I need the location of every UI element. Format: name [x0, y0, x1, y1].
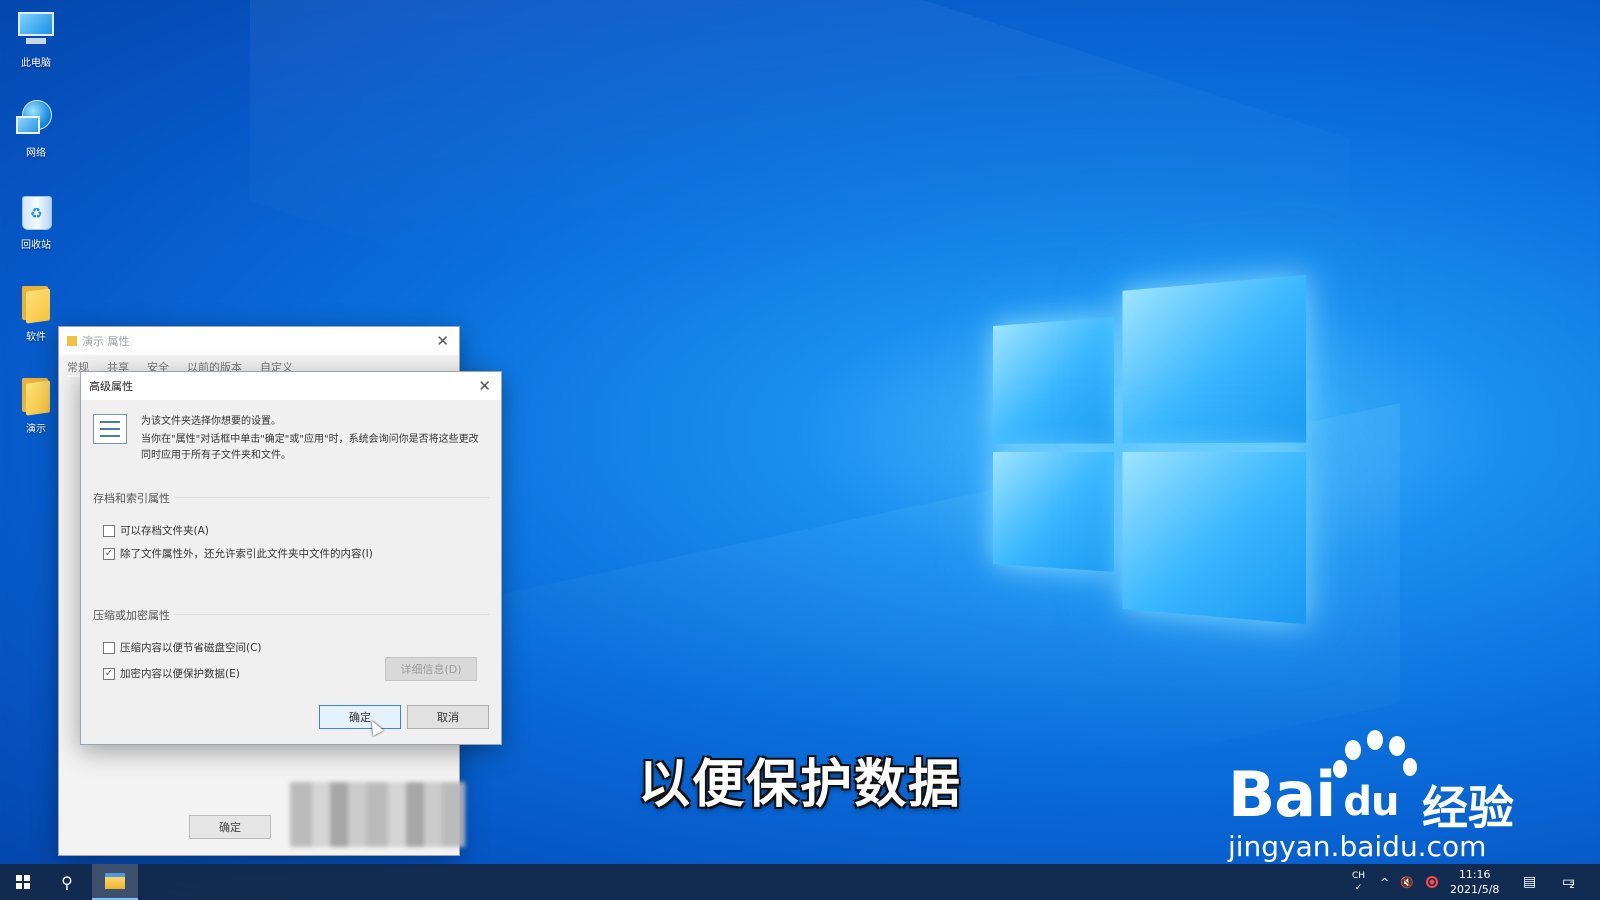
system-clock[interactable]: 11:16 2021/5/8 [1450, 864, 1499, 900]
checkbox-label: 除了文件属性外，还允许索引此文件夹中文件的内容(I) [120, 548, 373, 560]
dialog-title: 高级属性 [89, 380, 133, 393]
baidu-brand: Bai [1228, 758, 1336, 831]
checkbox-label: 可以存档文件夹(A) [120, 525, 209, 537]
taskbar: ⚲ CH ✓ ^ 🔇 11:16 2021/5/8 ▤ ▭ 2 [0, 864, 1600, 900]
ok-button[interactable]: 确定 [189, 815, 271, 839]
this-pc-icon [16, 8, 56, 50]
close-icon[interactable]: ✕ [478, 377, 491, 395]
desktop-icon-label: 网络 [26, 148, 46, 159]
ime-label: CH [1352, 871, 1366, 881]
compress-checkbox-row[interactable]: 压缩内容以便节省磁盘空间(C) [103, 640, 262, 655]
checkbox-checked[interactable]: ✓ [103, 547, 115, 560]
search-button[interactable]: ⚲ [50, 864, 84, 900]
desktop-icon-demo-folder[interactable]: 演示 [8, 374, 64, 435]
tray-expand-icon[interactable]: ^ [1380, 864, 1389, 900]
group-title: 压缩或加密属性 [93, 607, 174, 623]
encrypt-checkbox-row[interactable]: ✓ 加密内容以便保护数据(E) [103, 666, 240, 681]
dialog-titlebar: 高级属性 ✕ [81, 372, 501, 400]
video-subtitle: 以便保护数据 [638, 755, 963, 815]
index-checkbox-row[interactable]: ✓ 除了文件属性外，还允许索引此文件夹中文件的内容(I) [103, 546, 373, 561]
cancel-button[interactable]: 取消 [407, 705, 489, 729]
info-section: 为该文件夹选择你想要的设置。 当你在"属性"对话框中单击"确定"或"应用"时，系… [81, 400, 501, 464]
checkbox-label: 加密内容以便保护数据(E) [120, 668, 240, 680]
windows-logo [993, 274, 1311, 629]
network-icon [16, 98, 56, 140]
baidu-url: jingyan.baidu.com [1228, 830, 1487, 863]
search-icon: ⚲ [61, 872, 73, 892]
windows-logo-pane [1122, 274, 1307, 444]
desktop-icon-recycle-bin[interactable]: ♻ 回收站 [8, 190, 64, 251]
info-line: 为该文件夹选择你想要的设置。 [141, 416, 281, 427]
details-button[interactable]: 详细信息(D) [385, 657, 477, 681]
file-explorer-taskbar-button[interactable] [92, 864, 138, 900]
window-title: 演示 属性 [82, 335, 130, 348]
ime-status: ✓ [1354, 883, 1363, 893]
windows-start-icon [16, 875, 30, 889]
desktop-icon-label: 软件 [26, 332, 46, 343]
windows-logo-pane [1122, 452, 1307, 625]
desktop-icon-label: 此电脑 [21, 58, 51, 69]
clock-time: 11:16 [1458, 868, 1491, 881]
baidu-logo-text: Bai du [1228, 758, 1399, 831]
window-titlebar: 演示 属性 ✕ [59, 327, 459, 355]
ok-button[interactable]: 确定 [319, 705, 401, 729]
clock-date: 2021/5/8 [1450, 883, 1500, 896]
group-title: 存档和索引属性 [93, 490, 174, 506]
settings-list-icon [93, 414, 127, 444]
recycle-bin-icon: ♻ [16, 190, 56, 232]
baidu-jingyan-text: 经验 [1422, 781, 1514, 835]
folder-icon [16, 374, 56, 416]
input-method-indicator[interactable]: CH ✓ [1352, 864, 1365, 900]
blurred-region [290, 782, 465, 847]
windows-logo-pane [993, 317, 1115, 444]
desktop-icon-this-pc[interactable]: 此电脑 [8, 8, 64, 69]
close-icon[interactable]: ✕ [436, 332, 449, 350]
folder-icon [16, 282, 56, 324]
folder-icon [67, 336, 77, 346]
action-center-icon[interactable]: ▭ 2 [1562, 864, 1575, 900]
checkbox-checked[interactable]: ✓ [103, 667, 115, 680]
desktop-icon-network[interactable]: 网络 [8, 98, 64, 159]
checkbox-label: 压缩内容以便节省磁盘空间(C) [120, 642, 262, 654]
desktop-icon-label: 演示 [26, 424, 46, 435]
windows-logo-pane [993, 452, 1115, 572]
advanced-attributes-dialog: 高级属性 ✕ 为该文件夹选择你想要的设置。 当你在"属性"对话框中单击"确定"或… [80, 371, 502, 745]
archive-index-group: 存档和索引属性 可以存档文件夹(A) ✓ 除了文件属性外，还允许索引此文件夹中文… [93, 490, 489, 597]
archive-checkbox-row[interactable]: 可以存档文件夹(A) [103, 523, 209, 538]
desktop-icon-label: 回收站 [21, 240, 51, 251]
info-line: 当你在"属性"对话框中单击"确定"或"应用"时，系统会询问你是否将这些更改同时应… [141, 434, 479, 461]
file-explorer-icon [105, 873, 125, 889]
volume-muted-icon[interactable]: 🔇 [1400, 864, 1414, 900]
notification-count: 2 [1569, 881, 1575, 891]
notes-icon[interactable]: ▤ [1523, 864, 1536, 900]
recording-icon[interactable] [1426, 864, 1438, 900]
baidu-brand-du: du [1343, 779, 1399, 825]
info-text: 为该文件夹选择你想要的设置。 当你在"属性"对话框中单击"确定"或"应用"时，系… [141, 414, 487, 464]
checkbox[interactable] [103, 641, 115, 654]
desktop-icon-software-folder[interactable]: 软件 [8, 282, 64, 343]
start-button[interactable] [6, 864, 40, 900]
checkbox[interactable] [103, 524, 115, 537]
